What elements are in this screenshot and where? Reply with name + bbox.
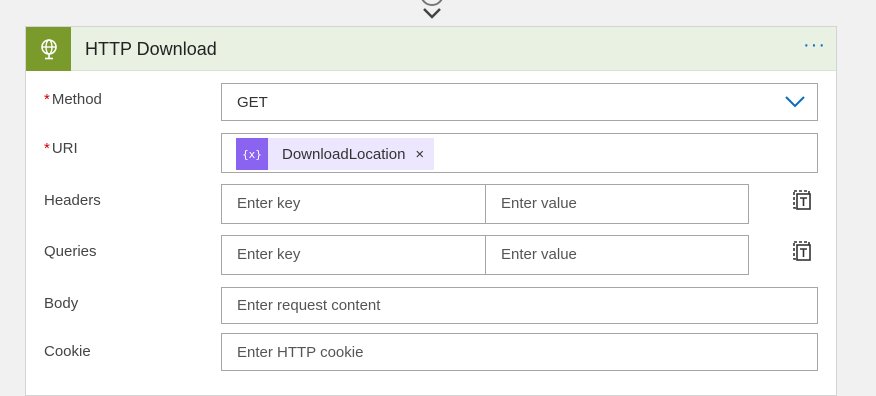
uri-label: * URI [44, 140, 78, 157]
headers-label: Headers [44, 192, 101, 209]
headers-value-input[interactable]: Enter value [485, 184, 749, 224]
card-header[interactable]: HTTP Download ··· [26, 27, 836, 71]
flow-connector-arrow-icon [421, 0, 443, 19]
queries-key-placeholder: Enter key [237, 246, 301, 263]
body-placeholder: Enter request content [237, 297, 381, 314]
method-label: * Method [44, 91, 102, 108]
required-marker: * [44, 91, 50, 108]
switch-to-text-mode-icon[interactable] [792, 189, 812, 211]
required-marker: * [44, 140, 50, 157]
queries-value-input[interactable]: Enter value [485, 235, 749, 275]
chevron-down-icon [785, 96, 805, 108]
method-dropdown[interactable]: GET [221, 83, 818, 121]
queries-key-input[interactable]: Enter key [221, 235, 486, 275]
cookie-input[interactable]: Enter HTTP cookie [221, 333, 818, 371]
uri-input[interactable]: {x} DownloadLocation × [221, 133, 818, 173]
headers-key-placeholder: Enter key [237, 195, 301, 212]
switch-to-text-mode-icon[interactable] [792, 240, 812, 262]
queries-value-placeholder: Enter value [501, 246, 577, 263]
queries-label: Queries [44, 243, 97, 260]
expression-icon: {x} [236, 138, 268, 170]
more-options-button[interactable]: ··· [803, 35, 826, 55]
method-value: GET [237, 94, 268, 111]
uri-label-text: URI [51, 140, 78, 157]
token-label: DownloadLocation [282, 145, 406, 163]
http-download-action-card: HTTP Download ··· * Method GET * URI {x} D… [25, 26, 837, 396]
cookie-placeholder: Enter HTTP cookie [237, 344, 364, 361]
card-title: HTTP Download [85, 39, 217, 59]
body-input[interactable]: Enter request content [221, 287, 818, 324]
cookie-label: Cookie [44, 343, 91, 360]
body-label: Body [44, 295, 79, 312]
headers-key-input[interactable]: Enter key [221, 184, 486, 224]
dynamic-content-token[interactable]: {x} DownloadLocation × [236, 138, 435, 170]
method-label-text: Method [51, 91, 102, 108]
headers-value-placeholder: Enter value [501, 195, 577, 212]
remove-token-button[interactable]: × [415, 146, 424, 163]
globe-icon [26, 27, 71, 71]
